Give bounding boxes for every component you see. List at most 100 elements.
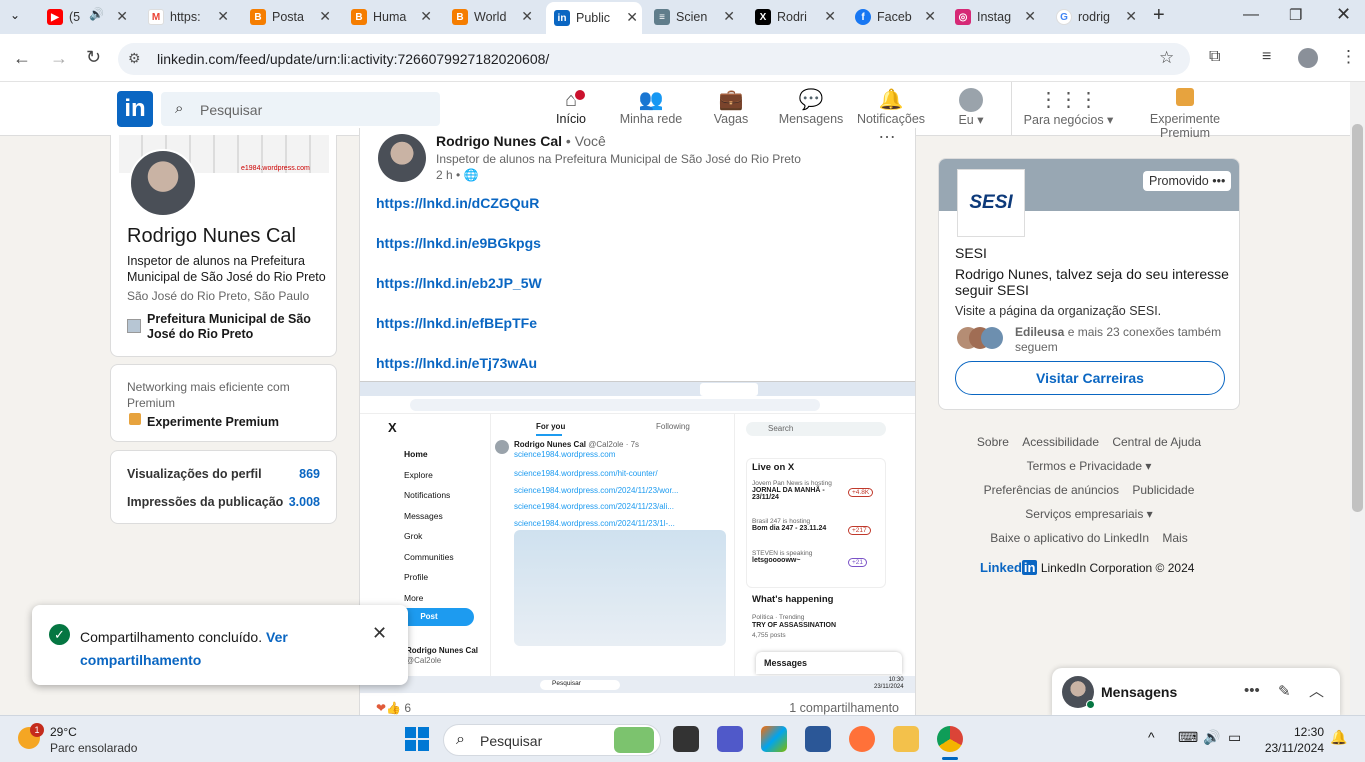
- weather-desc[interactable]: Parc ensolarado: [50, 741, 137, 755]
- media-control-icon[interactable]: ≡: [1262, 48, 1271, 66]
- browser-tab[interactable]: B Posta ✕: [250, 5, 335, 29]
- stat-value[interactable]: 869: [299, 467, 320, 481]
- chrome-menu-icon[interactable]: ⋮: [1340, 47, 1357, 67]
- tab-search-icon[interactable]: ⌄: [10, 8, 20, 22]
- footer-link[interactable]: Baixe o aplicativo do LinkedIn: [990, 531, 1149, 545]
- search-input[interactable]: ⌕ Pesquisar: [161, 92, 440, 126]
- new-tab-icon[interactable]: +: [1153, 4, 1165, 27]
- close-window-icon[interactable]: ✕: [1336, 4, 1351, 25]
- post-link[interactable]: https://lnkd.in/eTj73wAu: [376, 355, 537, 371]
- browser-tab[interactable]: B World ✕: [452, 5, 537, 29]
- browser-tab-active[interactable]: in Public ✕: [546, 2, 642, 34]
- browser-tab[interactable]: f Faceb ✕: [855, 5, 940, 29]
- post-image-screenshot[interactable]: X Home Explore Notifications Messages Gr…: [360, 381, 915, 693]
- close-tab-icon[interactable]: ✕: [1024, 8, 1036, 25]
- nav-notifications[interactable]: 🔔 Notificações: [851, 88, 931, 126]
- site-info-icon[interactable]: ⚙: [128, 50, 141, 67]
- nav-business[interactable]: ⋮⋮⋮ Para negócios ▾: [1021, 88, 1116, 127]
- browser-tab[interactable]: ▶ (5 🔊 ✕: [47, 5, 132, 29]
- close-tab-icon[interactable]: ✕: [824, 8, 836, 25]
- windows-start-icon[interactable]: [405, 727, 429, 751]
- post-link[interactable]: https://lnkd.in/eb2JP_5W: [376, 275, 542, 291]
- linkedin-logo-icon[interactable]: in: [117, 91, 153, 127]
- nav-me[interactable]: Eu ▾: [931, 88, 1011, 127]
- visit-careers-button[interactable]: Visitar Carreiras: [955, 361, 1225, 395]
- forward-icon[interactable]: →: [50, 48, 68, 69]
- close-tab-icon[interactable]: ✕: [521, 8, 533, 25]
- back-icon[interactable]: ←: [13, 48, 31, 69]
- post-reactions[interactable]: ❤👍 6: [376, 701, 411, 715]
- taskbar-search-input[interactable]: ⌕ Pesquisar: [443, 724, 661, 756]
- footer-link[interactable]: Preferências de anúncios: [984, 483, 1119, 497]
- close-tab-icon[interactable]: ✕: [116, 8, 128, 25]
- nav-home[interactable]: ⌂ Início: [531, 88, 611, 130]
- browser-tab[interactable]: Grodrig ✕: [1056, 5, 1141, 29]
- close-tab-icon[interactable]: ✕: [723, 8, 735, 25]
- post-shares[interactable]: 1 compartilhamento: [789, 701, 899, 715]
- reload-icon[interactable]: ↻: [86, 47, 101, 68]
- profile-avatar-icon[interactable]: [1298, 48, 1318, 68]
- close-tab-icon[interactable]: ✕: [626, 9, 638, 26]
- nav-network[interactable]: 👥 Minha rede: [611, 88, 691, 126]
- footer-link[interactable]: Sobre: [977, 435, 1009, 449]
- footer-link[interactable]: Termos e Privacidade ▾: [1027, 459, 1152, 473]
- nav-jobs[interactable]: 💼 Vagas: [691, 88, 771, 126]
- browser-tab[interactable]: Mhttps: ✕: [148, 5, 233, 29]
- browser-tab[interactable]: B Huma ✕: [351, 5, 436, 29]
- firefox-icon[interactable]: [849, 726, 875, 752]
- messaging-more-icon[interactable]: •••: [1244, 682, 1260, 699]
- footer-link[interactable]: Central de Ajuda: [1112, 435, 1201, 449]
- clock-date[interactable]: 23/11/2024: [1255, 741, 1324, 755]
- copilot-icon[interactable]: [761, 726, 787, 752]
- clock-time[interactable]: 12:30: [1262, 725, 1324, 739]
- post-author[interactable]: Rodrigo Nunes Cal • Você: [436, 133, 606, 149]
- footer-link[interactable]: Publicidade: [1132, 483, 1194, 497]
- audio-icon[interactable]: 🔊: [89, 7, 104, 21]
- weather-temp[interactable]: 29°C: [50, 725, 77, 739]
- post-link[interactable]: https://lnkd.in/dCZGQuR: [376, 195, 539, 211]
- scrollbar-thumb[interactable]: [1352, 124, 1363, 512]
- stat-label[interactable]: Visualizações do perfil: [127, 467, 262, 481]
- browser-tab[interactable]: X Rodri ✕: [755, 5, 840, 29]
- premium-cta[interactable]: Experimente Premium: [147, 415, 279, 429]
- profile-name[interactable]: Rodrigo Nunes Cal: [127, 225, 296, 248]
- bookmark-star-icon[interactable]: ☆: [1159, 48, 1174, 68]
- teams-icon[interactable]: [717, 726, 743, 752]
- more-icon[interactable]: •••: [1212, 174, 1225, 188]
- post-link[interactable]: https://lnkd.in/e9BGkpgs: [376, 235, 541, 251]
- post-link[interactable]: https://lnkd.in/efBEpTFe: [376, 315, 537, 331]
- author-avatar[interactable]: [378, 134, 426, 182]
- stat-value[interactable]: 3.008: [289, 495, 320, 509]
- extensions-icon[interactable]: ⧉: [1209, 48, 1220, 66]
- close-tab-icon[interactable]: ✕: [1125, 8, 1137, 25]
- close-toast-icon[interactable]: ✕: [372, 623, 387, 644]
- close-tab-icon[interactable]: ✕: [420, 8, 432, 25]
- file-explorer-icon[interactable]: [893, 726, 919, 752]
- close-tab-icon[interactable]: ✕: [924, 8, 936, 25]
- browser-tab[interactable]: ◎ Instag ✕: [955, 5, 1040, 29]
- nav-messaging[interactable]: 💬 Mensagens: [771, 88, 851, 126]
- browser-tab[interactable]: ≡ Scien ✕: [654, 5, 739, 29]
- footer-link[interactable]: Mais: [1162, 531, 1187, 545]
- chevron-up-icon[interactable]: ︿: [1309, 680, 1324, 701]
- battery-icon[interactable]: ▭: [1228, 729, 1241, 746]
- touchpad-icon[interactable]: ⌨: [1178, 729, 1198, 746]
- post-more-icon[interactable]: …: [878, 128, 896, 143]
- chrome-icon[interactable]: [937, 726, 963, 752]
- footer-link[interactable]: Acessibilidade: [1022, 435, 1099, 449]
- compose-icon[interactable]: ✎: [1278, 682, 1291, 700]
- ad-company[interactable]: SESI: [955, 245, 987, 261]
- nav-premium[interactable]: Experimente Premium: [1124, 88, 1246, 140]
- profile-photo-avatar[interactable]: [129, 149, 197, 217]
- maximize-icon[interactable]: ❐: [1289, 6, 1302, 24]
- close-tab-icon[interactable]: ✕: [217, 8, 229, 25]
- url-text[interactable]: linkedin.com/feed/update/urn:li:activity…: [157, 51, 549, 67]
- stat-label[interactable]: Impressões da publicação: [127, 495, 283, 509]
- app-icon[interactable]: [805, 726, 831, 752]
- footer-link[interactable]: Serviços empresariais ▾: [1025, 507, 1152, 521]
- ad-company-logo[interactable]: SESI: [957, 169, 1025, 237]
- premium-card[interactable]: Networking mais eficiente com Premium Ex…: [110, 364, 337, 442]
- chevron-up-icon[interactable]: ^: [1148, 729, 1155, 745]
- volume-icon[interactable]: 🔊: [1203, 729, 1220, 746]
- profile-org[interactable]: Prefeitura Municipal de São José do Rio …: [147, 312, 327, 342]
